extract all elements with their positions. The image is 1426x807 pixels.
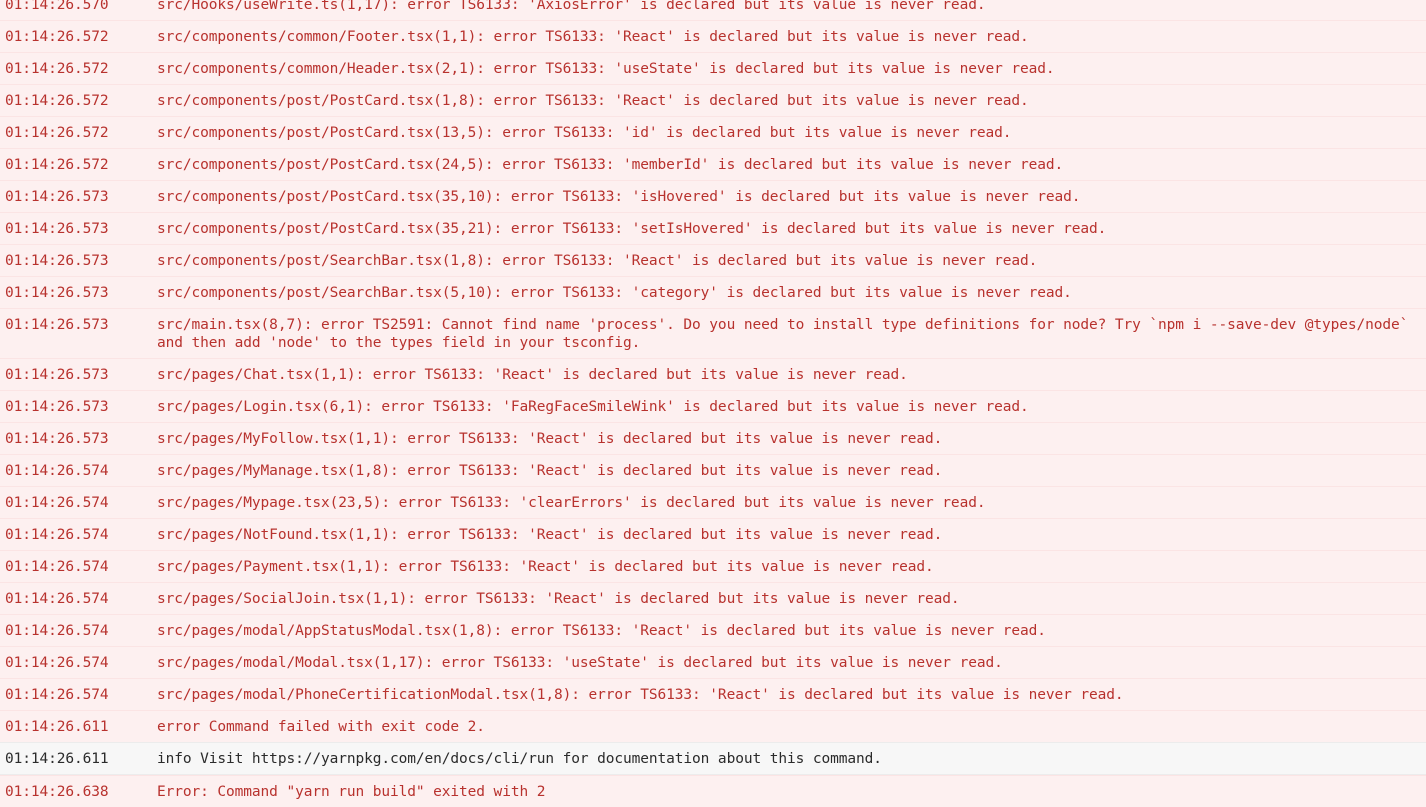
log-line: 01:14:26.638 Error: Command "yarn run bui…	[0, 775, 1426, 807]
log-timestamp: 01:14:26.574	[5, 623, 109, 639]
log-timestamp: 01:14:26.572	[5, 125, 109, 141]
log-line: 01:14:26.574 src/pages/MyManage.tsx(1,8):…	[0, 454, 1426, 486]
log-message: src/pages/modal/AppStatusModal.tsx(1,8):…	[157, 623, 1046, 639]
log-message: info Visit https://yarnpkg.com/en/docs/c…	[157, 751, 882, 767]
log-message: src/pages/MyManage.tsx(1,8): error TS613…	[157, 463, 943, 479]
log-timestamp: 01:14:26.611	[5, 751, 109, 767]
log-message: error Command failed with exit code 2.	[157, 719, 485, 735]
log-line: 01:14:26.573 src/components/post/PostCard…	[0, 180, 1426, 212]
log-timestamp: 01:14:26.573	[5, 367, 109, 383]
log-line: 01:14:26.611 error Command failed with ex…	[0, 710, 1426, 742]
log-line: 01:14:26.574 src/pages/SocialJoin.tsx(1,1…	[0, 582, 1426, 614]
log-timestamp: 01:14:26.574	[5, 495, 109, 511]
log-message: src/components/common/Footer.tsx(1,1): e…	[157, 29, 1029, 45]
log-line: 01:14:26.574 src/pages/modal/PhoneCertifi…	[0, 678, 1426, 710]
log-line: 01:14:26.573 src/components/post/SearchBa…	[0, 276, 1426, 308]
log-timestamp: 01:14:26.574	[5, 527, 109, 543]
log-line: 01:14:26.572 src/components/post/PostCard…	[0, 116, 1426, 148]
log-message: src/pages/Chat.tsx(1,1): error TS6133: '…	[157, 367, 908, 383]
log-message: src/pages/SocialJoin.tsx(1,1): error TS6…	[157, 591, 960, 607]
log-line: 01:14:26.573 src/main.tsx(8,7): error TS2…	[0, 308, 1426, 358]
log-message: src/components/post/PostCard.tsx(24,5): …	[157, 157, 1064, 173]
log-timestamp: 01:14:26.573	[5, 431, 109, 447]
log-timestamp: 01:14:26.572	[5, 29, 109, 45]
log-message: src/pages/MyFollow.tsx(1,1): error TS613…	[157, 431, 943, 447]
log-timestamp: 01:14:26.573	[5, 317, 109, 333]
log-timestamp: 01:14:26.573	[5, 285, 109, 301]
log-line: 01:14:26.574 src/pages/modal/AppStatusMod…	[0, 614, 1426, 646]
log-message: src/components/common/Header.tsx(2,1): e…	[157, 61, 1055, 77]
log-line: 01:14:26.570 src/Hooks/useWrite.ts(1,17):…	[0, 0, 1426, 20]
log-message: src/components/post/SearchBar.tsx(5,10):…	[157, 285, 1072, 301]
log-message: src/pages/Payment.tsx(1,1): error TS6133…	[157, 559, 934, 575]
log-line: 01:14:26.573 src/pages/Login.tsx(6,1): er…	[0, 390, 1426, 422]
log-message: src/components/post/PostCard.tsx(1,8): e…	[157, 93, 1029, 109]
log-timestamp: 01:14:26.572	[5, 61, 109, 77]
log-line: 01:14:26.574 src/pages/modal/Modal.tsx(1,…	[0, 646, 1426, 678]
log-line: 01:14:26.574 src/pages/Payment.tsx(1,1): …	[0, 550, 1426, 582]
log-line: 01:14:26.611 info Visit https://yarnpkg.c…	[0, 742, 1426, 775]
log-timestamp: 01:14:26.573	[5, 189, 109, 205]
log-message: src/pages/Mypage.tsx(23,5): error TS6133…	[157, 495, 986, 511]
log-timestamp: 01:14:26.574	[5, 559, 109, 575]
log-line: 01:14:26.572 src/components/common/Footer…	[0, 20, 1426, 52]
log-timestamp: 01:14:26.638	[5, 784, 109, 800]
log-line: 01:14:26.574 src/pages/Mypage.tsx(23,5): …	[0, 486, 1426, 518]
log-line: 01:14:26.572 src/components/common/Header…	[0, 52, 1426, 84]
log-message: src/pages/modal/PhoneCertificationModal.…	[157, 687, 1124, 703]
log-timestamp: 01:14:26.573	[5, 399, 109, 415]
log-message: Error: Command "yarn run build" exited w…	[157, 784, 546, 800]
log-line: 01:14:26.572 src/components/post/PostCard…	[0, 148, 1426, 180]
log-timestamp: 01:14:26.570	[5, 0, 109, 13]
log-message: src/main.tsx(8,7): error TS2591: Cannot …	[157, 317, 1417, 351]
log-timestamp: 01:14:26.574	[5, 591, 109, 607]
log-line: 01:14:26.573 src/components/post/PostCard…	[0, 212, 1426, 244]
log-timestamp: 01:14:26.574	[5, 687, 109, 703]
log-message: src/components/post/PostCard.tsx(35,10):…	[157, 189, 1081, 205]
log-message: src/pages/Login.tsx(6,1): error TS6133: …	[157, 399, 1029, 415]
log-message: src/components/post/PostCard.tsx(13,5): …	[157, 125, 1012, 141]
log-line: 01:14:26.573 src/components/post/SearchBa…	[0, 244, 1426, 276]
log-message: src/components/post/SearchBar.tsx(1,8): …	[157, 253, 1038, 269]
log-line: 01:14:26.573 src/pages/MyFollow.tsx(1,1):…	[0, 422, 1426, 454]
log-message: src/Hooks/useWrite.ts(1,17): error TS613…	[157, 0, 986, 13]
log-timestamp: 01:14:26.574	[5, 655, 109, 671]
log-line: 01:14:26.572 src/components/post/PostCard…	[0, 84, 1426, 116]
log-timestamp: 01:14:26.573	[5, 221, 109, 237]
log-timestamp: 01:14:26.572	[5, 93, 109, 109]
log-message: src/pages/NotFound.tsx(1,1): error TS613…	[157, 527, 943, 543]
log-timestamp: 01:14:26.572	[5, 157, 109, 173]
log-line: 01:14:26.574 src/pages/NotFound.tsx(1,1):…	[0, 518, 1426, 550]
log-timestamp: 01:14:26.573	[5, 253, 109, 269]
log-message: src/pages/modal/Modal.tsx(1,17): error T…	[157, 655, 1003, 671]
build-log: 01:14:26.570 src/Hooks/useWrite.ts(1,17):…	[0, 0, 1426, 807]
log-timestamp: 01:14:26.611	[5, 719, 109, 735]
log-timestamp: 01:14:26.574	[5, 463, 109, 479]
log-line: 01:14:26.573 src/pages/Chat.tsx(1,1): err…	[0, 358, 1426, 390]
log-message: src/components/post/PostCard.tsx(35,21):…	[157, 221, 1107, 237]
